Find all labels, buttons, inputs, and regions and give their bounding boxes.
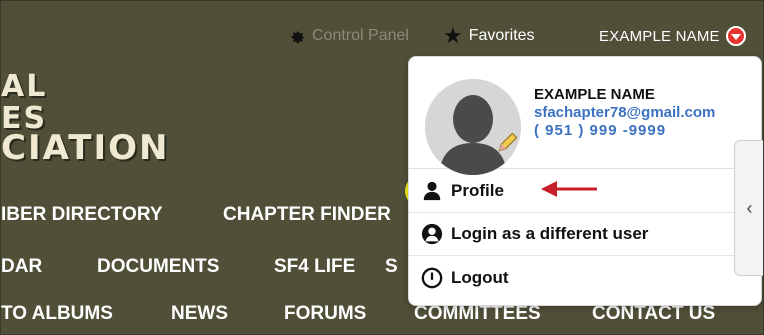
nav-news[interactable]: NEWS bbox=[171, 303, 228, 325]
nav-calendar[interactable]: DAR bbox=[1, 256, 42, 278]
power-icon bbox=[421, 267, 443, 288]
dropdown-user-name: EXAMPLE NAME bbox=[534, 86, 655, 103]
user-name: EXAMPLE NAME bbox=[599, 27, 720, 45]
nav-sf4-life[interactable]: SF4 LIFE bbox=[274, 256, 355, 278]
nav-contact-us[interactable]: CONTACT US bbox=[592, 303, 715, 325]
user-icon bbox=[423, 181, 441, 201]
dropdown-user-email[interactable]: sfachapter78@gmail.com bbox=[534, 104, 715, 121]
menu-item-label: Logout bbox=[451, 267, 509, 287]
dropdown-user-phone: ( 951 ) 999 -9999 bbox=[534, 122, 667, 139]
favorites-label: Favorites bbox=[468, 27, 535, 44]
favorites-link[interactable]: ★ Favorites bbox=[443, 22, 535, 50]
nav-item-partial[interactable]: S bbox=[385, 256, 398, 278]
menu-item-label: Login as a different user bbox=[451, 224, 649, 243]
user-menu-trigger[interactable]: EXAMPLE NAME bbox=[599, 22, 746, 50]
edit-pencil-icon[interactable] bbox=[495, 129, 521, 155]
side-panel-tab[interactable]: ‹ bbox=[734, 140, 763, 276]
control-panel-label: Control Panel bbox=[312, 27, 409, 44]
star-icon: ★ bbox=[443, 23, 463, 48]
nav-photo-albums[interactable]: TO ALBUMS bbox=[1, 303, 113, 325]
avatar-placeholder-icon bbox=[425, 79, 521, 175]
nav-documents[interactable]: DOCUMENTS bbox=[97, 256, 219, 278]
menu-item-label: Profile bbox=[451, 181, 504, 200]
site-logo-line-1: AL bbox=[1, 69, 48, 104]
site-logo-line-3: CIATION bbox=[1, 128, 170, 168]
nav-chapter-finder[interactable]: CHAPTER FINDER bbox=[223, 204, 391, 226]
chevron-down-icon[interactable] bbox=[725, 26, 746, 46]
annotation-arrow-icon bbox=[541, 181, 597, 197]
menu-item-login-different-user[interactable]: Login as a different user bbox=[409, 213, 761, 256]
page-frame: Control Panel ★ Favorites EXAMPLE NAME A… bbox=[0, 0, 764, 335]
nav-committees[interactable]: COMMITTEES bbox=[414, 303, 541, 325]
profile-summary: EXAMPLE NAME sfachapter78@gmail.com ( 95… bbox=[409, 57, 761, 175]
chevron-left-icon: ‹ bbox=[746, 197, 753, 218]
nav-member-directory[interactable]: IBER DIRECTORY bbox=[1, 204, 163, 226]
menu-item-logout[interactable]: Logout bbox=[409, 256, 761, 299]
avatar[interactable] bbox=[425, 79, 521, 175]
control-panel-link[interactable]: Control Panel bbox=[288, 22, 409, 50]
nav-forums[interactable]: FORUMS bbox=[284, 303, 366, 325]
user-switch-icon bbox=[421, 223, 443, 245]
gear-icon bbox=[291, 31, 305, 44]
